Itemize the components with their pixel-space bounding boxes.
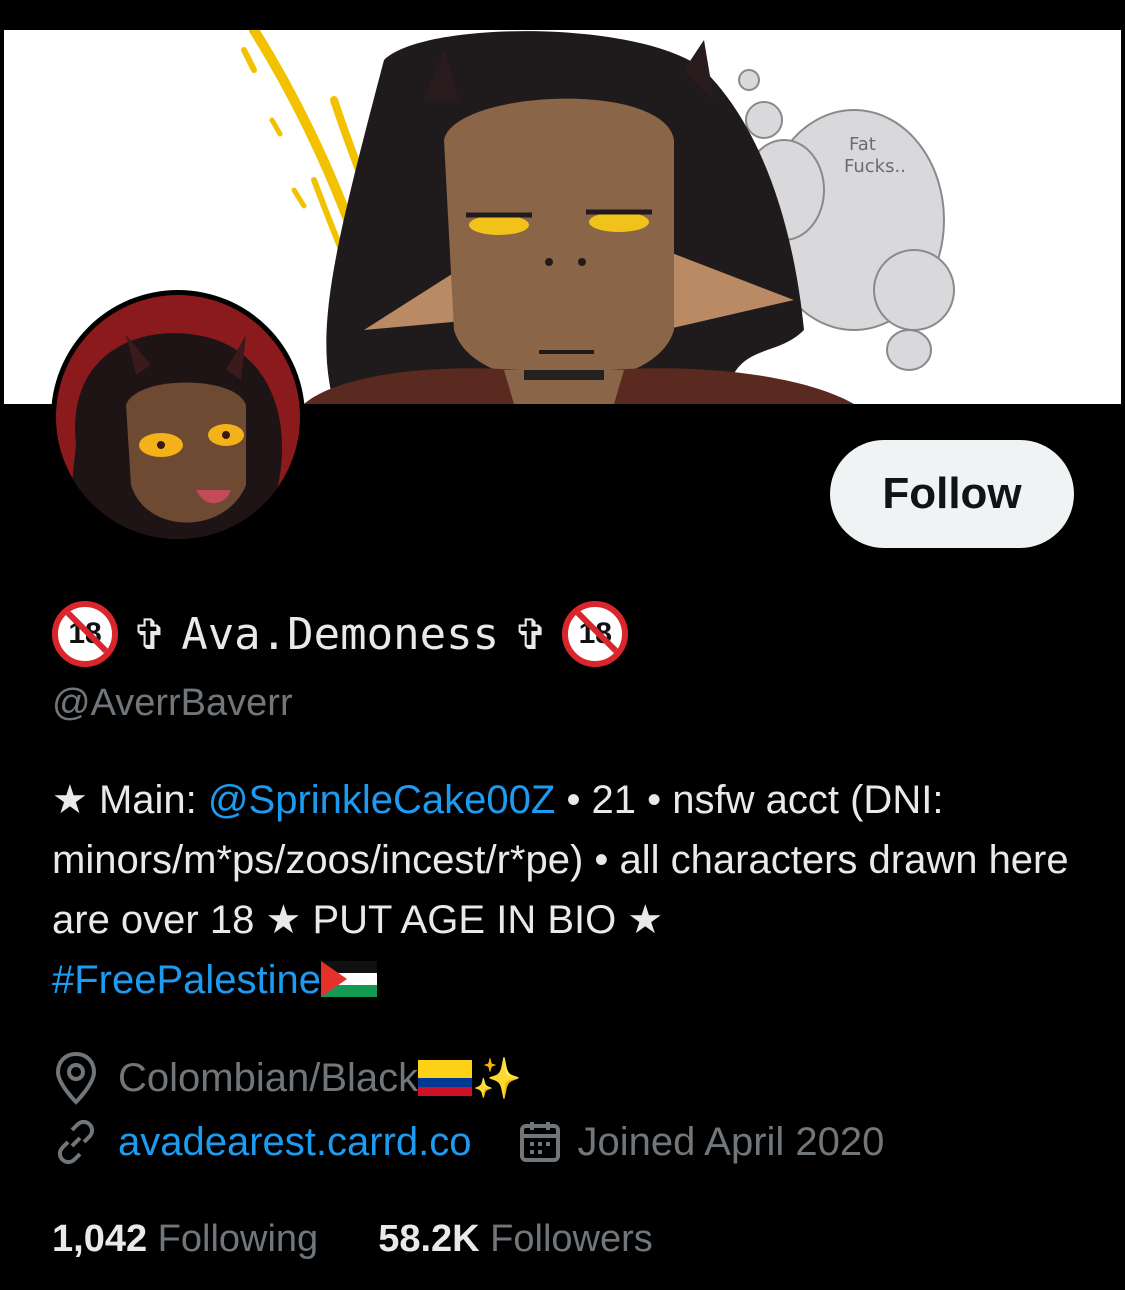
link-icon xyxy=(57,1119,95,1165)
hashtag-link[interactable]: #FreePalestine xyxy=(52,958,321,1002)
bio: ★ Main: @SprinkleCake00Z • 21 • nsfw acc… xyxy=(52,770,1082,1010)
bio-main-prefix: Main: xyxy=(87,778,208,822)
colombia-flag-icon xyxy=(418,1060,473,1096)
following-count: 1,042 xyxy=(52,1218,148,1260)
website-link[interactable]: avadearest.carrd.co xyxy=(118,1120,472,1165)
no-under-18-icon: 18 xyxy=(52,601,118,667)
joined-date: Joined April 2020 xyxy=(577,1119,885,1164)
calendar-icon xyxy=(519,1122,560,1162)
location-pin-icon xyxy=(55,1051,97,1105)
followers-stat[interactable]: 58.2K Followers xyxy=(378,1218,653,1261)
star-glyph: ★ xyxy=(52,778,88,822)
followers-count: 58.2K xyxy=(378,1218,480,1260)
website-joined-row: avadearest.carrd.co Joined April 2020 xyxy=(52,1118,884,1166)
main-account-link[interactable]: @SprinkleCake00Z xyxy=(208,778,555,822)
avatar[interactable] xyxy=(51,290,305,544)
handle: @AverrBaverr xyxy=(52,682,293,724)
palestine-flag-icon xyxy=(321,961,378,997)
location-text: Colombian/Black xyxy=(118,1055,419,1100)
follow-button[interactable]: Follow xyxy=(830,440,1074,548)
bio-put-age: PUT AGE IN BIO xyxy=(301,898,628,942)
cross-glyph-2: ✞ xyxy=(513,609,549,659)
star-glyph-3: ★ xyxy=(627,898,664,942)
doodle-text-1: Fat xyxy=(849,134,876,155)
following-stat[interactable]: 1,042 Following xyxy=(52,1218,318,1261)
display-name-text: Ava.Demoness xyxy=(181,608,500,660)
star-glyph-2: ★ xyxy=(265,898,302,942)
cross-glyph: ✞ xyxy=(132,609,168,659)
sparkles-icon: ✨ xyxy=(472,1056,522,1101)
following-label: Following xyxy=(157,1218,319,1260)
location-row: Colombian/Black ✨ xyxy=(52,1050,522,1106)
banner-character xyxy=(304,31,854,404)
no-under-18-icon-2: 18 xyxy=(562,601,629,667)
follow-stats: 1,042 Following 58.2K Followers xyxy=(52,1218,653,1261)
doodle-text-2: Fucks.. xyxy=(844,156,906,177)
followers-label: Followers xyxy=(490,1218,653,1260)
display-name: 18 ✞ Ava.Demoness ✞ 18 xyxy=(52,598,629,670)
